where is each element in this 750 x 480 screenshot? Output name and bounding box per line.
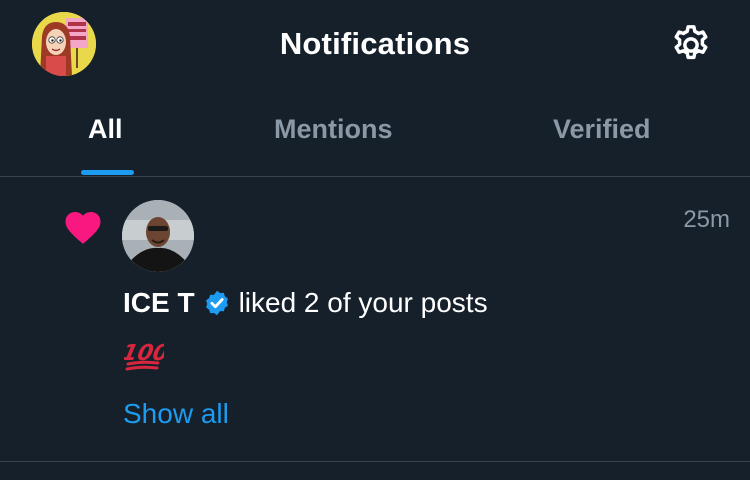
user-name[interactable]: ICE T: [123, 287, 195, 319]
settings-button[interactable]: [668, 22, 714, 68]
verified-badge-icon: [203, 289, 231, 317]
tab-mentions[interactable]: Mentions: [274, 114, 393, 145]
show-all-link[interactable]: Show all: [123, 398, 229, 430]
user-avatar[interactable]: [122, 200, 194, 272]
gear-icon: [674, 25, 708, 60]
tab-bar: All Mentions Verified: [0, 100, 750, 176]
action-text: liked 2 of your posts: [238, 287, 488, 318]
tabs-divider: [0, 176, 750, 177]
top-header: Notifications: [0, 0, 750, 90]
timestamp: 25m: [683, 206, 730, 233]
hundred-points-emoji: 100: [120, 336, 171, 372]
user-photo-icon: [122, 200, 194, 272]
active-tab-indicator: [81, 170, 134, 175]
notification-divider: [0, 461, 750, 462]
heart-icon: [62, 206, 104, 246]
notification-text: ICE T liked 2 of your posts: [123, 287, 488, 319]
tab-verified[interactable]: Verified: [553, 114, 651, 145]
page-title: Notifications: [279, 26, 471, 61]
notifications-screen: Notifications All Mentions Verified 25m …: [0, 0, 750, 480]
tab-all[interactable]: All: [88, 114, 123, 145]
